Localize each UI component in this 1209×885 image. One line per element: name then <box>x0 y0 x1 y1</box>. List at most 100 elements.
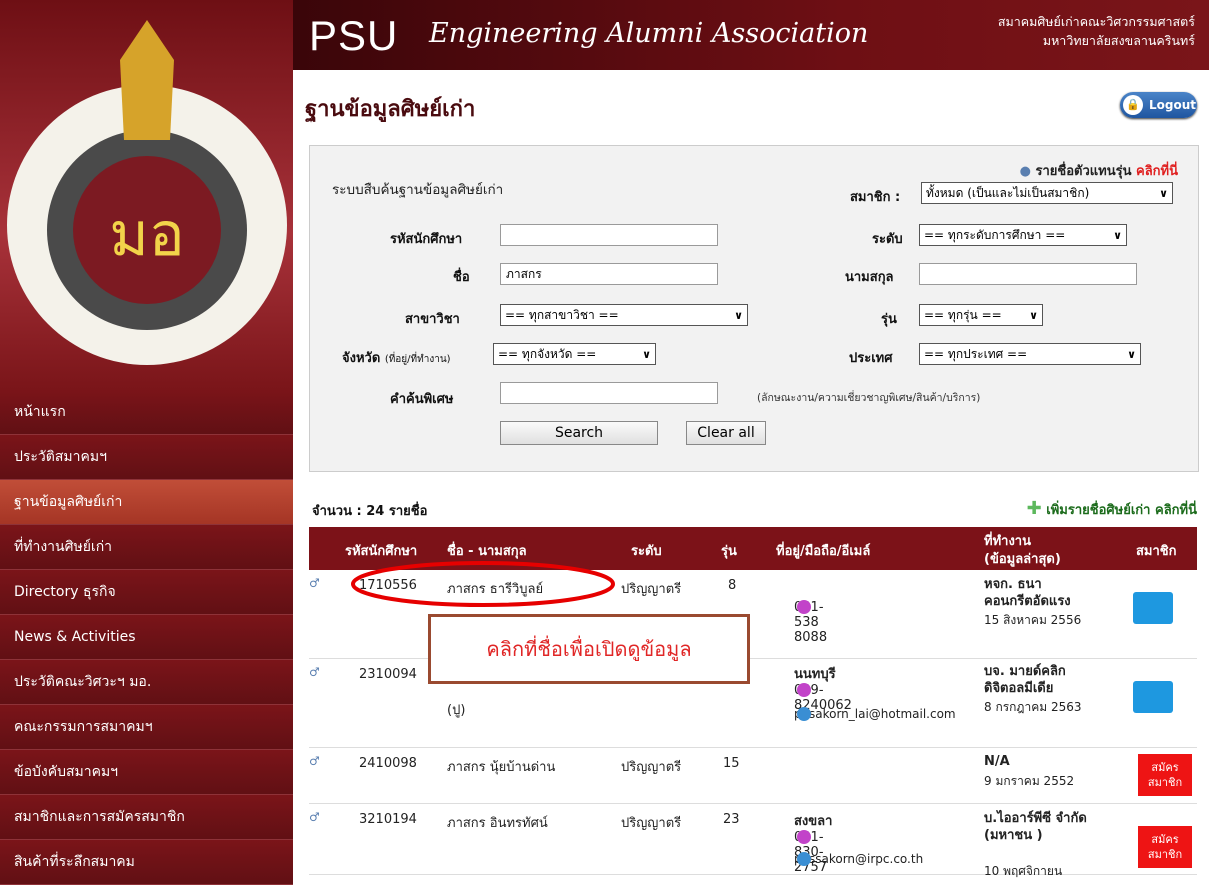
logout-label: Logout <box>1149 98 1197 112</box>
member-select[interactable]: ทั้งหมด (เป็นและไม่เป็นสมาชิก) ∨ <box>921 182 1173 204</box>
logout-button[interactable]: 🔒 Logout <box>1120 92 1197 118</box>
surname-input[interactable] <box>919 263 1137 285</box>
keyword-label: คำค้นพิเศษ <box>390 392 454 407</box>
batch-label: รุ่น <box>881 312 897 327</box>
row-name-link[interactable]: ภาสกร ธารีวิบูลย์ <box>447 578 543 599</box>
rep-label: รายชื่อตัวแทนรุ่น <box>1035 164 1132 179</box>
chevron-down-icon: ∨ <box>642 347 651 361</box>
rep-link[interactable]: คลิกที่นี่ <box>1136 164 1178 179</box>
row-work: N/A <box>984 754 1010 769</box>
apply-member-button[interactable]: สมัคร สมาชิก <box>1138 826 1192 868</box>
row-email-text: pasakorn_lai@hotmail.com <box>794 707 956 721</box>
level-select-value: == ทุกระดับการศึกษา == <box>924 227 1066 242</box>
search-panel: ระบบสืบค้นฐานข้อมูลศิษย์เก่า ● รายชื่อตั… <box>309 145 1199 472</box>
row-work-date: 10 พฤศจิกายน <box>984 864 1063 878</box>
rep-list: ● รายชื่อตัวแทนรุ่น คลิกที่นี่ <box>1020 160 1178 181</box>
results-table: รหัสนักศึกษา ชื่อ - นามสกุล ระดับ รุ่น ท… <box>309 527 1197 878</box>
col-name: ชื่อ - นามสกุล <box>447 544 527 559</box>
sidebar: มอ หน้าแรก ประวัติสมาคมฯ ฐานข้อมูลศิษย์เ… <box>0 0 293 885</box>
major-label: สาขาวิชา <box>405 312 460 327</box>
row-work-date: 8 กรกฎาคม 2563 <box>984 700 1082 714</box>
add-alumni: ✚ เพิ่มรายชื่อศิษย์เก่า คลิกที่นี่ <box>1027 498 1197 520</box>
country-select[interactable]: == ทุกประเทศ == ∨ <box>919 343 1141 365</box>
apply-member-button[interactable]: สมัคร สมาชิก <box>1138 754 1192 796</box>
member-label: สมาชิก : <box>850 190 901 205</box>
sidebar-item-faculty-history[interactable]: ประวัติคณะวิศวะฯ มอ. <box>0 660 293 705</box>
add-alumni-link[interactable]: คลิกที่นี่ <box>1155 503 1197 518</box>
province-select[interactable]: == ทุกจังหวัด == ∨ <box>493 343 656 365</box>
male-icon: ♂ <box>309 576 320 590</box>
country-label: ประเทศ <box>849 351 893 366</box>
search-button[interactable]: Search <box>500 421 658 445</box>
level-select[interactable]: == ทุกระดับการศึกษา == ∨ <box>919 224 1127 246</box>
student-id-input[interactable] <box>500 224 718 246</box>
email-icon <box>797 707 811 721</box>
row-batch: 15 <box>723 756 740 771</box>
sidebar-item-committee[interactable]: คณะกรรมการสมาคมฯ <box>0 705 293 750</box>
col-address: ที่อยู่/มือถือ/อีเมล์ <box>776 544 871 559</box>
row-student-id: 1710556 <box>359 578 417 593</box>
row-student-id: 3210194 <box>359 812 417 827</box>
crown-icon <box>120 20 174 140</box>
row-work: บจ. มายด์คลิก ดิจิตอลมีเดีย <box>984 664 1066 696</box>
chevron-down-icon: ∨ <box>1113 228 1122 242</box>
male-icon: ♂ <box>309 665 320 679</box>
row-work: หจก. ธนา คอนกรีตอัดแรง <box>984 577 1071 609</box>
keyword-hint: (ลักษณะงาน/ความเชี่ยวชาญพิเศษ/สินค้า/บริ… <box>757 392 981 404</box>
major-select[interactable]: == ทุกสาขาวิชา == ∨ <box>500 304 748 326</box>
province-label-text: จังหวัด <box>342 351 381 366</box>
mobile-icon <box>797 600 811 614</box>
surname-label: นามสกุล <box>845 270 894 285</box>
name-input[interactable] <box>500 263 718 285</box>
col-work-line2: (ข้อมูลล่าสุด) <box>984 552 1061 567</box>
row-city: นนทบุรี <box>794 667 836 682</box>
table-row: ♂ 3210194 ภาสกร อินทรทัศน์ ปริญญาตรี 23 … <box>309 804 1197 878</box>
add-alumni-text: เพิ่มรายชื่อศิษย์เก่า <box>1046 503 1151 518</box>
sidebar-item-directory[interactable]: Directory ธุรกิจ <box>0 570 293 615</box>
page-title: ฐานข้อมูลศิษย์เก่า <box>305 97 476 122</box>
row-name-link[interactable]: ภาสกร นุ้ยบ้านด่าน <box>447 756 555 777</box>
name-label: ชื่อ <box>453 270 470 285</box>
sidebar-item-history[interactable]: ประวัติสมาคมฯ <box>0 435 293 480</box>
chevron-down-icon: ∨ <box>1127 347 1136 361</box>
plus-icon: ✚ <box>1026 498 1042 519</box>
association-logo: มอ <box>7 20 287 365</box>
row-name-link[interactable]: (ปู) <box>447 699 465 720</box>
member-card-icon[interactable] <box>1133 681 1173 713</box>
member-select-value: ทั้งหมด (เป็นและไม่เป็นสมาชิก) <box>926 185 1090 200</box>
member-card-icon[interactable] <box>1133 592 1173 624</box>
male-icon: ♂ <box>309 810 320 824</box>
col-student-id: รหัสนักศึกษา <box>345 544 418 559</box>
clear-all-button[interactable]: Clear all <box>686 421 766 445</box>
row-name-link[interactable]: ภาสกร อินทรทัศน์ <box>447 812 548 833</box>
keyword-input[interactable] <box>500 382 718 404</box>
student-id-label: รหัสนักศึกษา <box>390 232 463 247</box>
row-work-date: 9 มกราคม 2552 <box>984 774 1075 788</box>
row-batch: 23 <box>723 812 740 827</box>
sidebar-item-workplace[interactable]: ที่ทำงานศิษย์เก่า <box>0 525 293 570</box>
row-batch: 8 <box>728 578 737 593</box>
sidebar-item-news[interactable]: News & Activities <box>0 615 293 660</box>
sidebar-item-alumni-db[interactable]: ฐานข้อมูลศิษย์เก่า <box>0 480 293 525</box>
row-work-date: 15 สิงหาคม 2556 <box>984 613 1082 627</box>
sidebar-item-home[interactable]: หน้าแรก <box>0 390 293 435</box>
table-row: ♂ 2410098 ภาสกร นุ้ยบ้านด่าน ปริญญาตรี 1… <box>309 748 1197 804</box>
chevron-down-icon: ∨ <box>1159 186 1168 200</box>
top-banner: PSU Engineering Alumni Association สมาคม… <box>293 0 1209 70</box>
row-level: ปริญญาตรี <box>621 582 682 597</box>
svg-text:มอ: มอ <box>109 200 185 270</box>
batch-select[interactable]: == ทุกรุ่น == ∨ <box>919 304 1043 326</box>
level-label: ระดับ <box>872 232 903 247</box>
thai-header-line2: มหาวิทยาลัยสงขลานครินทร์ <box>1042 33 1195 48</box>
sidebar-item-regulations[interactable]: ข้อบังคับสมาคมฯ <box>0 750 293 795</box>
row-student-id: 2310094 <box>359 667 417 682</box>
thai-header-line1: สมาคมศิษย์เก่าคณะวิศวกรรมศาสตร์ <box>997 14 1195 29</box>
sidebar-item-membership[interactable]: สมาชิกและการสมัครสมาชิก <box>0 795 293 840</box>
logo-area: มอ <box>0 0 293 390</box>
col-batch: รุ่น <box>721 544 737 559</box>
row-city: สงขลา <box>794 814 833 829</box>
chevron-down-icon: ∨ <box>1029 308 1038 322</box>
sidebar-item-souvenirs[interactable]: สินค้าที่ระลึกสมาคม <box>0 840 293 885</box>
mobile-icon <box>797 683 811 697</box>
person-icon: ● <box>1019 164 1031 179</box>
